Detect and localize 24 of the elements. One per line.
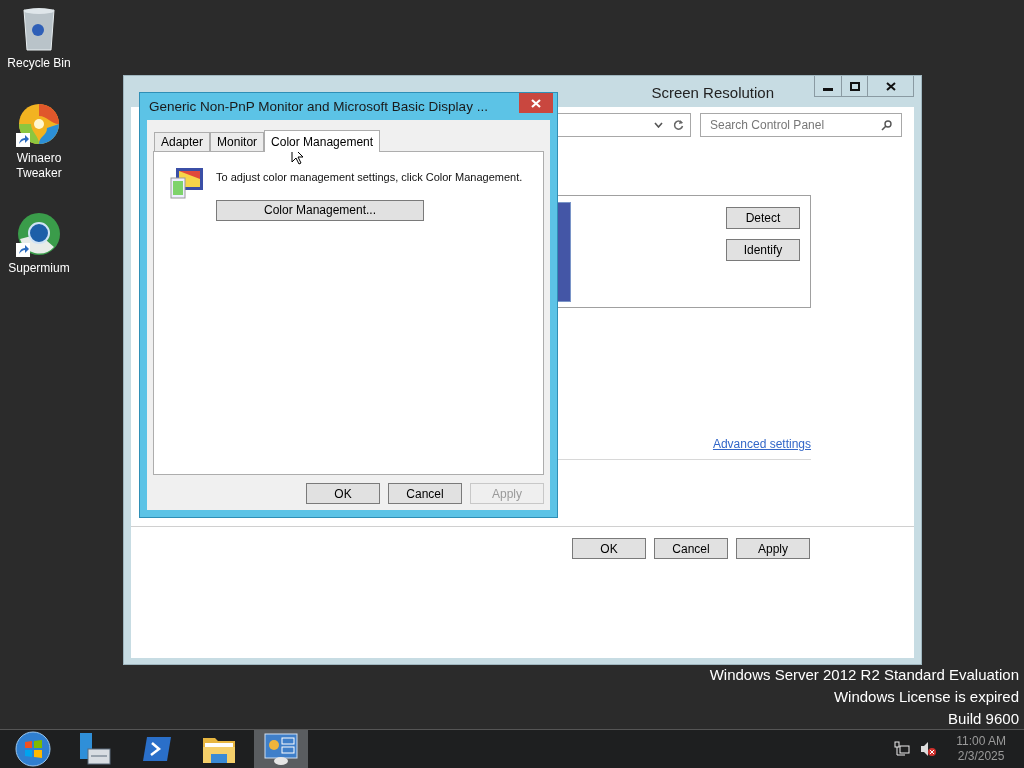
display-button[interactable]: Identify (726, 239, 800, 261)
watermark-text: Build 9600 (948, 709, 1019, 729)
advanced-settings-link[interactable]: Advanced settings (712, 435, 811, 453)
dialog-title: Generic Non-PnP Monitor and Microsoft Basic Display ... (148, 98, 488, 116)
desktop-icon-label[interactable]: Recycle Bin (7, 56, 71, 71)
instruction-text: To adjust color management settings, click Color Management. (216, 170, 523, 185)
button[interactable]: OK (572, 538, 646, 559)
tab[interactable]: Monitor (210, 132, 265, 151)
tab[interactable]: Adapter (154, 132, 211, 151)
tab[interactable]: Color Management (264, 130, 381, 152)
window-title: Screen Resolution (651, 83, 774, 103)
display-button[interactable]: Detect (726, 207, 800, 229)
button[interactable]: Apply (736, 538, 810, 559)
desktop-icon-label[interactable]: Winaero Tweaker (0, 151, 78, 181)
button[interactable]: OK (306, 483, 380, 504)
desktop-icon-label[interactable]: Supermium (8, 261, 70, 276)
button[interactable]: Cancel (388, 483, 462, 504)
button[interactable]: Cancel (654, 538, 728, 559)
search-field[interactable]: Search Control Panel (700, 113, 902, 137)
watermark-text: Windows Server 2012 R2 Standard Evaluation (709, 665, 1019, 685)
watermark-text: Windows License is expired (833, 687, 1019, 707)
color-management-button[interactable]: Color Management... (216, 199, 424, 221)
clock-time[interactable]: 11:00 AM (956, 734, 1006, 749)
clock-date[interactable]: 2/3/2025 (957, 749, 1005, 764)
